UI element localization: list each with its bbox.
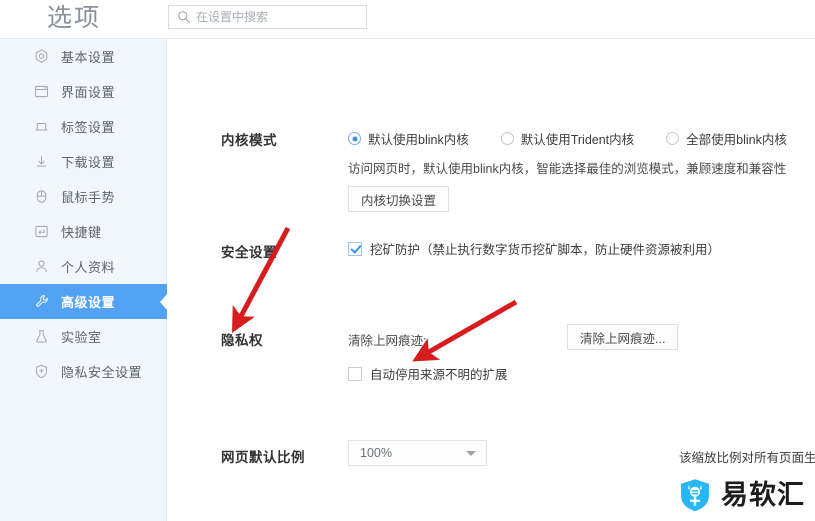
sidebar-item-profile[interactable]: 个人资料 [0, 249, 167, 284]
radio-mark [666, 132, 680, 145]
page-zoom-note: 该缩放比例对所有页面生效 [679, 451, 815, 465]
section-page-zoom: 网页默认比例 100% 该缩放比例对所有页面生效 [168, 434, 815, 474]
check-mark [348, 241, 362, 256]
sidebar-item-label: 标签设置 [61, 120, 116, 135]
sidebar-item-download-settings[interactable]: 下载设置 [0, 144, 167, 179]
clear-traces-button[interactable]: 清除上网痕迹... [567, 324, 679, 350]
section-security: 安全设置 挖矿防护（禁止执行数字货币挖矿脚本，防止硬件资源被利用） [168, 237, 815, 267]
clear-traces-label: 清除上网痕迹: [348, 334, 427, 348]
sidebar-item-privacy-security-settings[interactable]: 隐私安全设置 [0, 354, 167, 389]
flask-icon [36, 330, 47, 343]
tab-icon [35, 123, 48, 131]
sidebar-item-mouse-gestures[interactable]: 鼠标手势 [0, 179, 167, 214]
sidebar-item-label: 高级设置 [61, 295, 116, 310]
wrench-icon [35, 295, 48, 308]
sidebar: 基本设置 界面设置 标签设置 下载设置 鼠标手势 快捷键 个人资料 高级设置 实… [0, 39, 167, 521]
auto-disable-unknown-extensions-checkbox[interactable]: 自动停用来源不明的扩展 [348, 364, 508, 383]
watermark-text: 易软汇 [721, 479, 805, 511]
section-kernel-mode: 内核模式 默认使用blink内核 默认使用Trident内核 全部使用blink… [168, 89, 815, 219]
sidebar-item-interface-settings[interactable]: 界面设置 [0, 74, 167, 109]
privacy-label: 隐私权 [221, 333, 263, 348]
download-arrow-icon [36, 156, 47, 167]
sidebar-item-label: 快捷键 [61, 225, 102, 240]
sidebar-item-shortcuts[interactable]: 快捷键 [0, 214, 167, 249]
hexagon-gear-icon [35, 49, 48, 63]
chevron-down-icon [466, 451, 476, 456]
check-mark [348, 366, 362, 381]
sidebar-item-label: 基本设置 [61, 50, 116, 65]
kernel-mode-label: 内核模式 [221, 133, 277, 148]
sidebar-item-lab[interactable]: 实验室 [0, 319, 167, 354]
page-zoom-label: 网页默认比例 [221, 450, 305, 465]
settings-content: 内核模式 默认使用blink内核 默认使用Trident内核 全部使用blink… [168, 39, 815, 521]
sidebar-item-basic-settings[interactable]: 基本设置 [0, 39, 167, 74]
radio-default-blink[interactable]: 默认使用blink内核 [348, 129, 469, 148]
sidebar-item-label: 隐私安全设置 [61, 365, 143, 380]
sidebar-item-label: 实验室 [61, 330, 102, 345]
search-icon [178, 11, 190, 23]
radio-label: 默认使用blink内核 [368, 133, 469, 147]
page-title: 选项 [47, 4, 102, 32]
person-icon [36, 260, 47, 272]
radio-default-trident[interactable]: 默认使用Trident内核 [500, 129, 635, 148]
sidebar-item-label: 下载设置 [61, 155, 116, 170]
yiruanhui-logo-icon [681, 479, 709, 512]
page-zoom-value: 100% [360, 446, 392, 460]
sidebar-item-label: 界面设置 [61, 85, 116, 100]
mouse-icon [36, 190, 47, 203]
radio-all-blink[interactable]: 全部使用blink内核 [666, 129, 787, 148]
checkbox-label: 自动停用来源不明的扩展 [370, 368, 508, 382]
watermark: 易软汇 [677, 477, 805, 513]
sidebar-item-tab-settings[interactable]: 标签设置 [0, 109, 167, 144]
search-box[interactable] [168, 5, 367, 29]
window-icon [35, 85, 48, 98]
mining-protection-checkbox[interactable]: 挖矿防护（禁止执行数字货币挖矿脚本，防止硬件资源被利用） [348, 239, 720, 258]
radio-label: 全部使用blink内核 [686, 133, 787, 147]
window-header: 选项 [0, 0, 815, 39]
kernel-switch-settings-button[interactable]: 内核切换设置 [348, 186, 450, 212]
radio-mark [500, 132, 514, 145]
shield-plus-icon [35, 364, 48, 379]
page-zoom-select[interactable]: 100% [348, 440, 487, 466]
sidebar-item-label: 个人资料 [61, 260, 116, 275]
search-input[interactable] [196, 7, 356, 27]
keyboard-enter-icon [35, 225, 48, 238]
radio-label: 默认使用Trident内核 [520, 133, 635, 147]
section-privacy: 隐私权 清除上网痕迹: 自动停用来源不明的扩展 清除上网痕迹... [168, 320, 815, 390]
options-window: 选项 基本设置 界面设置 [0, 0, 815, 521]
sidebar-item-label: 鼠标手势 [61, 190, 116, 205]
kernel-mode-radio-group: 默认使用blink内核 默认使用Trident内核 全部使用blink内核 [348, 129, 787, 148]
checkbox-label: 挖矿防护（禁止执行数字货币挖矿脚本，防止硬件资源被利用） [370, 243, 721, 257]
kernel-mode-description: 访问网页时，默认使用blink内核，智能选择最佳的浏览模式，兼顾速度和兼容性 [348, 162, 787, 176]
radio-mark [348, 132, 361, 145]
sidebar-item-advanced-settings[interactable]: 高级设置 [0, 284, 167, 319]
security-label: 安全设置 [221, 245, 277, 260]
